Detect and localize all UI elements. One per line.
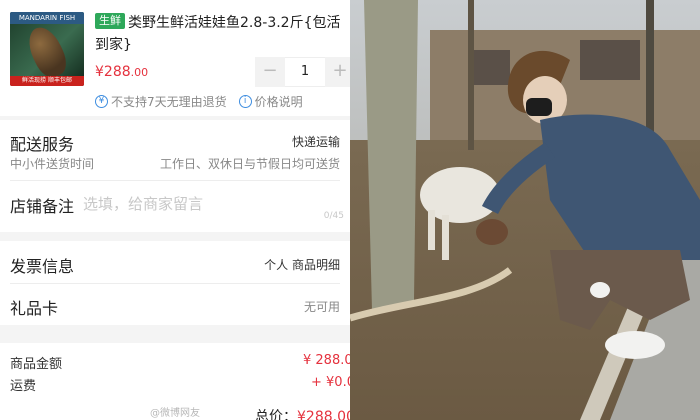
product-price: ¥288.00 <box>95 64 148 80</box>
thumbnail-caption: 鲜活现捞 顺丰包邮 <box>10 76 84 86</box>
delivery-time: 工作日、双休日与节假日均可送货 <box>159 157 340 171</box>
sneaker <box>605 331 665 359</box>
street-photo <box>350 0 700 420</box>
tree-branch <box>468 0 474 150</box>
shipping-value: + ¥0.00 <box>311 375 350 390</box>
price-main: ¥288 <box>95 64 131 80</box>
delivery-remark-card: 配送服务 快递运输 中小件送货时间 工作日、双休日与节假日均可送货 店铺备注 选… <box>0 120 350 232</box>
tree-trunk <box>364 0 418 310</box>
decrease-button[interactable]: − <box>255 57 285 87</box>
increase-button[interactable]: + <box>325 57 350 87</box>
face-mask <box>526 98 552 116</box>
delivery-label: 配送服务 <box>10 135 75 154</box>
goat-leg <box>442 215 449 260</box>
amount-value: ¥ 288.00 <box>303 353 350 368</box>
sneaker <box>590 282 610 298</box>
product-notes: ¥ 不支持7天无理由退货 i 价格说明 <box>95 93 303 110</box>
invoice-gift-card: 发票信息 个人 商品明细 礼品卡 无可用 <box>0 241 350 325</box>
quantity-stepper: − 1 + <box>255 57 350 87</box>
goat-head <box>476 219 508 245</box>
fresh-tag: 生鲜 <box>95 13 125 29</box>
no-return-notice: 不支持7天无理由退货 <box>111 95 227 109</box>
product-card: MANDARIN FISH 鲜活现捞 顺丰包邮 类野生鲜活娃娃鱼2.8-3.2斤… <box>0 0 350 116</box>
total-price: 总价：¥288.00 <box>255 406 350 420</box>
delivery-method[interactable]: 快递运输 <box>292 133 340 150</box>
order-screenshot-panel: MANDARIN FISH 鲜活现捞 顺丰包邮 类野生鲜活娃娃鱼2.8-3.2斤… <box>0 0 350 420</box>
giftcard-value[interactable]: 无可用 <box>304 298 340 315</box>
shipping-label: 运费 <box>10 379 37 394</box>
product-title[interactable]: 类野生鲜活娃娃鱼2.8-3.2斤{包活到家} <box>95 12 350 56</box>
weibo-watermark: @微博网友 <box>150 408 200 419</box>
remark-input[interactable]: 选填，给商家留言 <box>83 193 203 214</box>
delivery-sub-label: 中小件送货时间 <box>10 157 95 171</box>
invoice-label: 发票信息 <box>10 257 75 276</box>
total-label: 总价： <box>255 409 297 420</box>
price-decimal: .00 <box>130 66 149 79</box>
no-return-icon: ¥ <box>95 95 108 108</box>
remark-counter: 0/45 <box>323 211 344 221</box>
remark-label: 店铺备注 <box>10 197 75 216</box>
invoice-value[interactable]: 个人 商品明细 <box>264 256 340 273</box>
building-window <box>580 40 640 80</box>
goat-leg <box>428 210 435 250</box>
giftcard-label: 礼品卡 <box>10 299 59 318</box>
remark-row: 店铺备注 选填，给商家留言 0/45 <box>0 181 350 232</box>
photo-illustration <box>350 0 700 420</box>
thumbnail-banner: MANDARIN FISH <box>10 12 84 24</box>
quantity-value[interactable]: 1 <box>285 57 325 87</box>
fish-image <box>22 22 72 82</box>
amount-label: 商品金额 <box>10 357 63 372</box>
product-thumbnail[interactable]: MANDARIN FISH 鲜活现捞 顺丰包邮 <box>10 12 84 86</box>
info-icon: i <box>238 95 252 108</box>
divider <box>10 283 340 284</box>
total-value: ¥288.00 <box>297 409 350 420</box>
building-window <box>470 50 510 85</box>
price-info-link[interactable]: 价格说明 <box>255 93 303 110</box>
